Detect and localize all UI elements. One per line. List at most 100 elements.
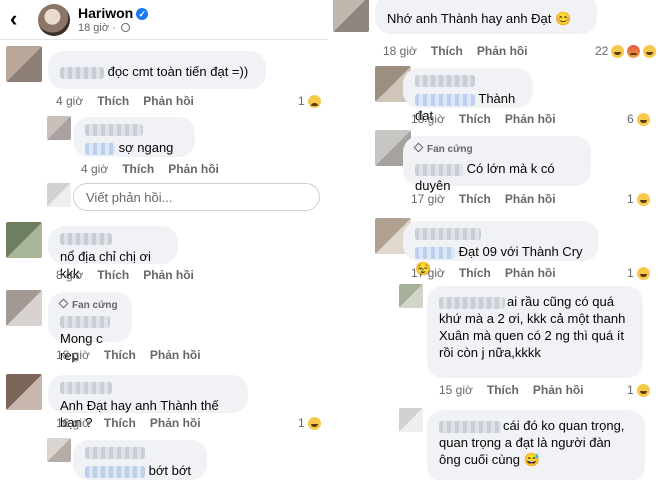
left-comment-panel: ‹ Hariwon ✓ 18 giờ · đọc cmt toàn tiến đạ… <box>0 0 328 480</box>
reply-button[interactable]: Phản hồi <box>150 348 201 362</box>
back-arrow-icon[interactable]: ‹ <box>10 6 17 32</box>
comment-bubble: Anh Đạt hay anh Thành thế bạn ? <box>48 375 248 430</box>
comment-meta: 17 giờ Thích Phản hồi <box>411 192 556 206</box>
blurred-username <box>415 163 463 176</box>
comment-bubble: ai rầu cũng có quá khứ mà a 2 ơi, kkk cả… <box>427 286 643 378</box>
haha-emoji-icon <box>636 266 650 280</box>
comment-bubble: sợ ngang <box>73 117 195 157</box>
reply-button[interactable]: Phản hồi <box>533 383 584 397</box>
like-button[interactable]: Thích <box>104 416 136 430</box>
blurred-username <box>439 296 505 309</box>
avatar[interactable] <box>399 284 423 308</box>
blurred-username <box>85 124 143 136</box>
reaction-count[interactable]: 1 <box>298 416 321 430</box>
reply-button[interactable]: Phản hồi <box>477 44 528 58</box>
blurred-username <box>60 382 112 394</box>
reply-button[interactable]: Phản hồi <box>168 162 219 176</box>
diamond-icon <box>58 298 69 309</box>
blurred-mention <box>415 246 455 259</box>
comment-meta: 18 giờ Thích Phản hồi <box>411 112 556 126</box>
reply-button[interactable]: Phản hồi <box>150 416 201 430</box>
comment-meta: 8 giờ Thích Phản hồi <box>56 268 194 282</box>
comment-meta: 17 giờ Thích Phản hồi <box>411 266 556 280</box>
globe-icon <box>120 23 130 32</box>
reply-button[interactable]: Phản hồi <box>143 268 194 282</box>
haha-emoji-icon <box>307 416 321 430</box>
comment-meta: 18 giờ Thích Phản hồi <box>56 348 201 362</box>
reaction-count[interactable]: 22 <box>595 44 657 58</box>
blurred-username <box>60 66 104 79</box>
blurred-username <box>415 228 481 240</box>
comment-meta: 16 giờ Thích Phản hồi <box>56 416 201 430</box>
comment-text: sợ ngang <box>118 140 174 155</box>
blurred-username <box>85 447 145 459</box>
avatar[interactable] <box>47 438 71 462</box>
like-button[interactable]: Thích <box>97 94 129 108</box>
comment-text: Nhớ anh Thành hay anh Đạt 😊 <box>387 11 572 26</box>
reply-button[interactable]: Phản hồi <box>505 192 556 206</box>
right-comment-panel: Nhớ anh Thành hay anh Đạt 😊 18 giờ Thích… <box>333 0 660 480</box>
avatar[interactable] <box>6 46 42 82</box>
comment-meta: 4 giờ Thích Phản hồi <box>56 94 194 108</box>
reply-button[interactable]: Phản hồi <box>505 266 556 280</box>
reply-button[interactable]: Phản hồi <box>505 112 556 126</box>
like-button[interactable]: Thích <box>487 383 519 397</box>
comment-bubble: nổ địa chỉ chị ơi kkk <box>48 226 178 281</box>
fan-badge: Fan cứng <box>413 141 579 158</box>
verified-badge-icon: ✓ <box>136 8 149 20</box>
reaction-count[interactable]: 1 <box>627 192 650 206</box>
fan-badge: Fan cứng <box>58 297 120 314</box>
like-button[interactable]: Thích <box>122 162 154 176</box>
like-button[interactable]: Thích <box>431 44 463 58</box>
post-time: 18 giờ · <box>78 22 130 34</box>
reaction-count[interactable]: 6 <box>627 112 650 126</box>
post-header: ‹ Hariwon ✓ 18 giờ · <box>0 0 328 40</box>
avatar[interactable] <box>47 116 71 140</box>
avatar[interactable] <box>38 4 70 36</box>
comment-bubble: Fan cứng Mong c rep <box>48 292 132 363</box>
avatar[interactable] <box>6 374 42 410</box>
haha-emoji-icon <box>611 44 625 58</box>
comment-bubble: bớt bớt lại <box>73 440 207 480</box>
like-button[interactable]: Thích <box>459 266 491 280</box>
page-title[interactable]: Hariwon ✓ <box>78 5 149 21</box>
comment-bubble: Nhớ anh Thành hay anh Đạt 😊 <box>375 0 597 34</box>
haha-emoji-icon <box>636 112 650 126</box>
like-button[interactable]: Thích <box>97 268 129 282</box>
like-button[interactable]: Thích <box>104 348 136 362</box>
reaction-count[interactable]: 1 <box>627 266 650 280</box>
like-button[interactable]: Thích <box>459 112 491 126</box>
reply-input[interactable]: Viết phản hồi... <box>73 183 320 211</box>
like-button[interactable]: Thích <box>459 192 491 206</box>
reaction-count[interactable]: 1 <box>627 383 650 397</box>
reply-button[interactable]: Phản hồi <box>143 94 194 108</box>
diamond-icon <box>413 142 424 153</box>
haha-emoji-icon <box>643 44 657 58</box>
comment-bubble: Fan cứng Có lớn mà k có duyên <box>403 136 591 193</box>
blurred-mention <box>415 93 475 106</box>
comment-bubble: cái đó ko quan trọng, quan trọng a đạt l… <box>427 410 645 480</box>
comment-bubble: Đạt 09 với Thành Cry 😌 <box>403 221 599 276</box>
haha-emoji-icon <box>636 383 650 397</box>
blurred-mention <box>85 465 145 478</box>
blurred-username <box>60 316 110 328</box>
sad-emoji-icon <box>307 94 321 108</box>
avatar[interactable] <box>333 0 369 32</box>
comment-bubble: Thành đạt <box>403 68 533 123</box>
comment-text: đọc cmt toàn tiến đạt =)) <box>107 64 249 79</box>
author-name[interactable]: Hariwon <box>78 5 133 21</box>
blurred-username <box>415 75 475 87</box>
avatar[interactable] <box>399 408 423 432</box>
reaction-count[interactable]: 1 <box>298 94 321 108</box>
comment-bubble: đọc cmt toàn tiến đạt =)) <box>48 51 266 89</box>
blurred-username <box>439 420 501 433</box>
blurred-username <box>60 233 112 245</box>
comment-meta: 18 giờ Thích Phản hồi <box>383 44 528 58</box>
avatar <box>47 183 71 207</box>
haha-emoji-icon <box>636 192 650 206</box>
blurred-mention <box>85 142 115 155</box>
avatar[interactable] <box>6 290 42 326</box>
comment-meta: 15 giờ Thích Phản hồi <box>439 383 584 397</box>
angry-emoji-icon <box>627 44 641 58</box>
avatar[interactable] <box>6 222 42 258</box>
